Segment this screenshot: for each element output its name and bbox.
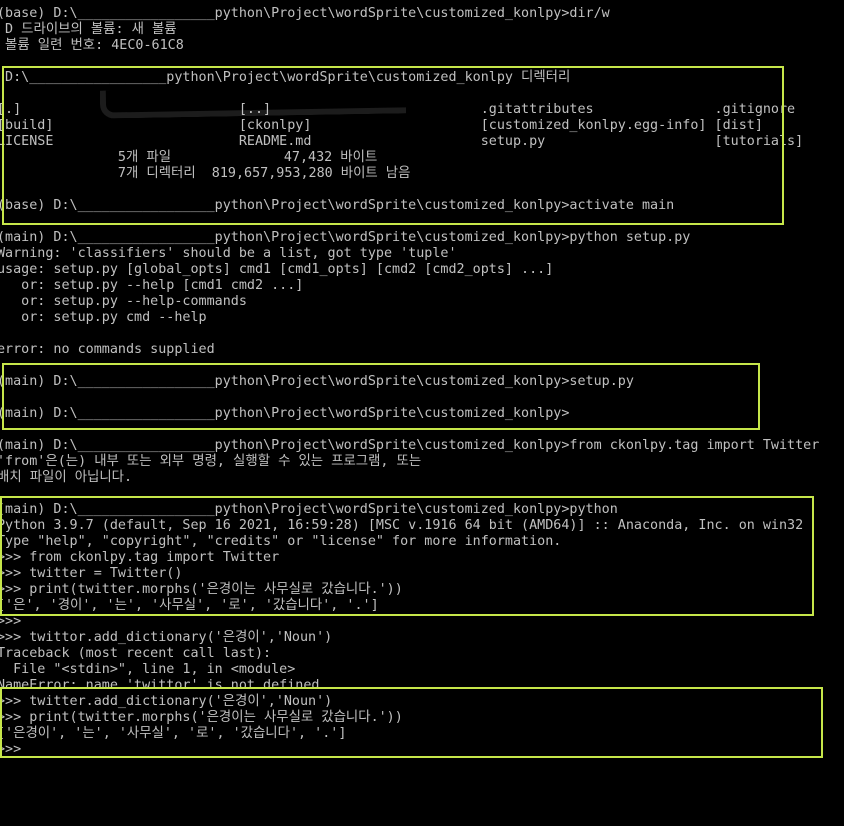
terminal-line: 'from'은(는) 내부 또는 외부 명령, 실행할 수 있는 프로그램, 또… — [0, 454, 422, 469]
terminal-line: D 드라이브의 볼륨: 새 볼륨 — [0, 22, 177, 37]
highlight-box-python — [0, 496, 814, 616]
terminal-line: >>> twittor.add_dictionary('은경이','Noun') — [0, 630, 333, 645]
terminal-line: (base) D:\_________________python\Projec… — [0, 6, 610, 21]
terminal-line: or: setup.py --help [cmd1 cmd2 ...] — [0, 278, 304, 293]
terminal-line: or: setup.py --help-commands — [0, 294, 247, 309]
highlight-box-setup — [2, 363, 760, 430]
terminal-line: 배치 파일이 아닙니다. — [0, 470, 133, 485]
terminal-line: (main) D:\_________________python\Projec… — [0, 230, 691, 245]
terminal-line: usage: setup.py [global_opts] cmd1 [cmd1… — [0, 262, 554, 277]
terminal-line: File "<stdin>", line 1, in <module> — [0, 662, 296, 677]
terminal-window[interactable]: (base) D:\_________________python\Projec… — [0, 0, 844, 826]
highlight-box-dir — [2, 66, 784, 225]
terminal-line: error: no commands supplied — [0, 342, 215, 357]
terminal-line: or: setup.py cmd --help — [0, 310, 207, 325]
terminal-line: >>> — [0, 614, 22, 629]
terminal-line: Traceback (most recent call last): — [0, 646, 272, 661]
terminal-line: Warning: 'classifiers' should be a list,… — [0, 246, 457, 261]
highlight-box-dictionary — [0, 687, 823, 758]
terminal-line: 볼륨 일련 번호: 4EC0-61C8 — [0, 38, 184, 53]
terminal-line: (main) D:\_________________python\Projec… — [0, 438, 820, 453]
